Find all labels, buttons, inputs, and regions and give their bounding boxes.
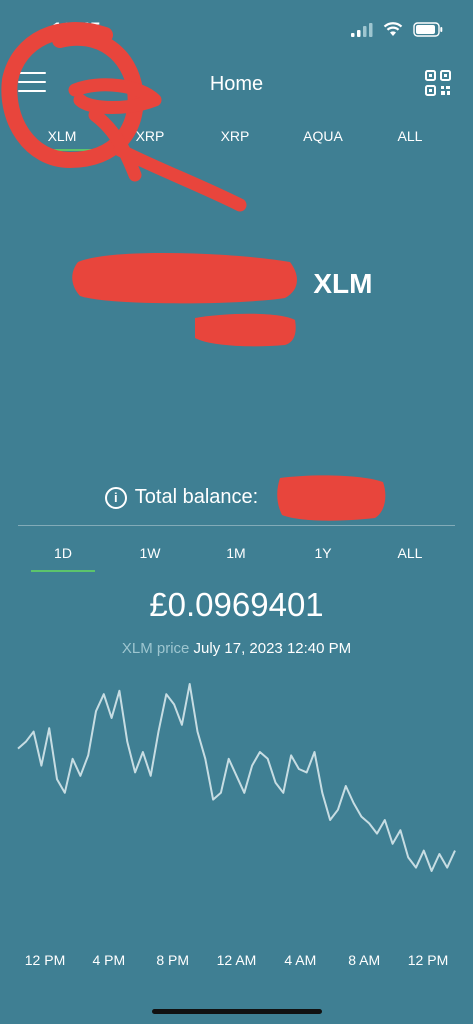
- tab-xrp-2[interactable]: XRP: [200, 128, 270, 144]
- price-asset-label: XLM price: [121, 640, 190, 657]
- tab-xrp[interactable]: XRP: [115, 128, 185, 144]
- range-tab-1m[interactable]: 1M: [206, 545, 266, 561]
- price-line: [17, 683, 456, 872]
- redaction-balance-sub: [195, 313, 296, 347]
- x-axis: 12 PM 4 PM 8 PM 12 AM 4 AM 8 AM 12 PM: [0, 952, 473, 972]
- selected-range-indicator: [31, 570, 95, 572]
- tab-aqua[interactable]: AQUA: [288, 128, 358, 144]
- range-tab-1w[interactable]: 1W: [120, 545, 180, 561]
- asset-tabs: XLM XRP XRP AQUA ALL: [0, 124, 473, 154]
- range-tab-1y[interactable]: 1Y: [293, 545, 353, 561]
- price-caption: XLM price July 17, 2023 12:40 PM: [0, 640, 473, 657]
- x-tick-label: 12 AM: [216, 952, 257, 968]
- total-balance: i Total balance:: [0, 486, 473, 509]
- battery-icon: [413, 22, 443, 37]
- redacted-total: [266, 488, 368, 508]
- divider: [18, 525, 455, 526]
- range-tab-all[interactable]: ALL: [380, 545, 440, 561]
- wifi-icon: [383, 22, 403, 36]
- redacted-balance: [101, 272, 306, 300]
- x-tick-label: 12 PM: [24, 952, 66, 968]
- status-bar: 12:45: [0, 0, 473, 60]
- info-icon[interactable]: i: [104, 486, 127, 509]
- balance-currency: XLM: [313, 268, 373, 299]
- x-tick-label: 8 AM: [348, 952, 381, 968]
- qr-code-icon[interactable]: [425, 70, 451, 96]
- total-balance-label: Total balance:: [134, 486, 259, 508]
- x-tick-label: 8 PM: [156, 952, 189, 968]
- header: Home: [0, 60, 473, 110]
- tab-all[interactable]: ALL: [375, 128, 445, 144]
- status-time: 12:45: [52, 20, 101, 41]
- range-tab-1d[interactable]: 1D: [33, 545, 93, 561]
- x-tick-label: 4 AM: [284, 952, 317, 968]
- price-timestamp: July 17, 2023 12:40 PM: [193, 640, 352, 657]
- range-tabs: 1D 1W 1M 1Y ALL: [0, 540, 473, 572]
- cellular-signal-icon: [351, 22, 373, 37]
- home-indicator[interactable]: [152, 1009, 322, 1014]
- status-icons: [351, 22, 443, 37]
- x-tick-label: 4 PM: [92, 952, 126, 968]
- price-value: £0.0969401: [149, 586, 324, 623]
- selected-tab-indicator: [42, 149, 94, 151]
- tab-xlm[interactable]: XLM: [27, 128, 97, 144]
- balance-amount: XLM: [0, 268, 473, 300]
- page-title: Home: [209, 73, 264, 95]
- price-chart[interactable]: [0, 676, 473, 886]
- x-tick-label: 12 PM: [407, 952, 449, 968]
